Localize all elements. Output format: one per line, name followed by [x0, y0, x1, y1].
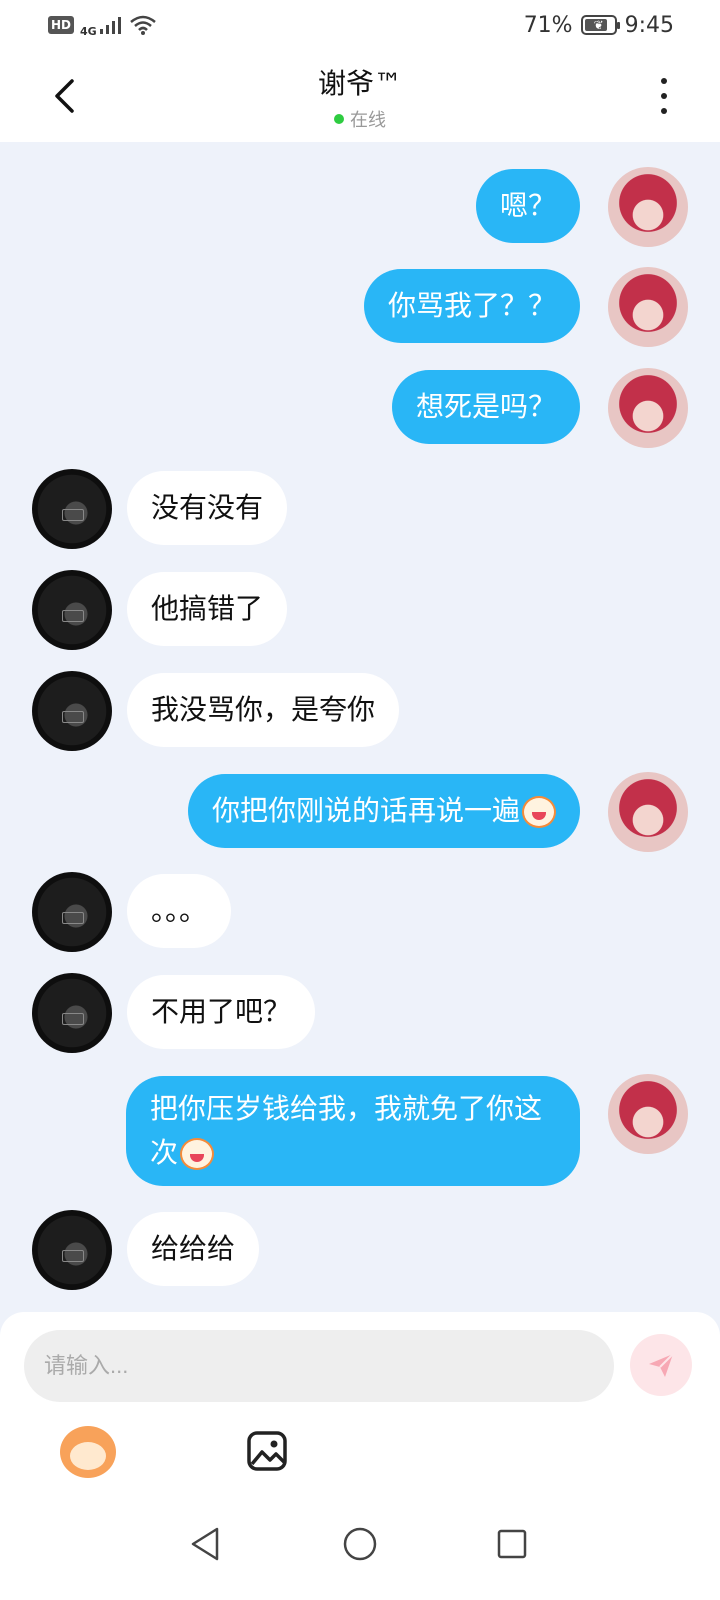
message-bubble[interactable]: 我没骂你，是夸你 [127, 673, 400, 747]
monkey-face-emoji-icon [180, 1138, 215, 1170]
composer [0, 1312, 720, 1482]
battery-percent: 71% [523, 12, 573, 38]
status-left: HD 4G [48, 13, 157, 38]
more-dot-icon [661, 93, 667, 99]
message-list[interactable]: 嗯？ 你骂我了？？ 想死是吗？ 没有没有 他搞错了 我没骂你，是夸你 你把你刚说… [0, 142, 720, 1312]
send-button[interactable] [630, 1334, 692, 1396]
message-bubble[interactable]: 你骂我了？？ [363, 269, 580, 343]
battery-icon: ❦ [580, 15, 620, 35]
message-bubble[interactable]: 他搞错了 [127, 572, 288, 646]
message-bubble[interactable]: 不用了吧？ [127, 975, 316, 1049]
wifi-icon [129, 15, 156, 35]
hd-badge: HD [48, 16, 75, 34]
online-status-label: 在线 [350, 110, 386, 131]
square-recent-icon [497, 1529, 527, 1559]
my-avatar[interactable] [608, 167, 688, 247]
circle-home-icon [343, 1527, 377, 1561]
more-dot-icon [661, 78, 667, 84]
message-bubble[interactable]: 没有没有 [127, 471, 288, 545]
my-avatar[interactable] [608, 772, 688, 852]
network-type: 4G [80, 24, 97, 38]
contact-avatar[interactable] [32, 671, 112, 751]
message-bubble[interactable]: 把你压岁钱给我，我就免了你这次 [126, 1076, 580, 1186]
message-bubble[interactable]: 嗯？ [475, 169, 580, 243]
emoji-button[interactable] [60, 1426, 116, 1478]
message-bubble[interactable]: 你把你刚说的话再说一遍 [187, 774, 580, 848]
header-center: 谢爷™ 在线 [0, 62, 720, 132]
message-row: 嗯？ [0, 167, 720, 247]
status-right: 71% ❦ 9:45 [524, 13, 674, 38]
triangle-back-icon [191, 1527, 219, 1561]
message-text: 你把你刚说的话再说一遍 [211, 794, 520, 827]
online-status: 在线 [0, 106, 720, 132]
nav-back-button[interactable] [188, 1526, 222, 1562]
contact-avatar[interactable] [32, 570, 112, 650]
chat-header: 谢爷™ 在线 [0, 50, 720, 142]
message-bubble[interactable]: 想死是吗？ [391, 370, 580, 444]
my-avatar[interactable] [608, 267, 688, 347]
more-options-button[interactable] [652, 76, 676, 116]
message-row: 我没骂你，是夸你 [0, 671, 720, 751]
my-avatar[interactable] [608, 1074, 688, 1154]
message-row: 不用了吧？ [0, 973, 720, 1053]
nav-recent-button[interactable] [496, 1528, 528, 1560]
chat-title: 谢爷™ [317, 67, 402, 100]
my-avatar[interactable] [608, 368, 688, 448]
status-bar: HD 4G 71% ❦ 9:45 [0, 0, 720, 50]
send-icon [649, 1353, 674, 1377]
message-row: 。。。 [0, 872, 720, 952]
message-input[interactable] [24, 1330, 614, 1402]
clock: 9:45 [624, 12, 674, 38]
contact-avatar[interactable] [32, 872, 112, 952]
system-nav-bar [0, 1482, 720, 1600]
contact-avatar[interactable] [32, 973, 112, 1053]
message-row: 没有没有 [0, 469, 720, 549]
monkey-emoji-icon [70, 1442, 106, 1470]
leaf-icon: ❦ [593, 18, 604, 32]
contact-avatar[interactable] [32, 1210, 112, 1290]
message-row: 想死是吗？ [0, 368, 720, 448]
message-row: 你骂我了？？ [0, 267, 720, 347]
contact-avatar[interactable] [32, 469, 112, 549]
message-bubble[interactable]: 给给给 [127, 1212, 260, 1286]
monkey-face-emoji-icon [522, 796, 556, 828]
message-row: 给给给 [0, 1210, 720, 1290]
signal-icon [99, 17, 121, 34]
nav-home-button[interactable] [342, 1526, 378, 1562]
message-bubble[interactable]: 。。。 [127, 874, 232, 948]
online-dot-icon [334, 114, 344, 124]
more-dot-icon [661, 108, 667, 114]
image-icon [247, 1431, 287, 1471]
message-row: 他搞错了 [0, 570, 720, 650]
message-row: 把你压岁钱给我，我就免了你这次 [0, 1074, 720, 1188]
message-row: 你把你刚说的话再说一遍 [0, 772, 720, 852]
image-button[interactable] [246, 1430, 288, 1472]
